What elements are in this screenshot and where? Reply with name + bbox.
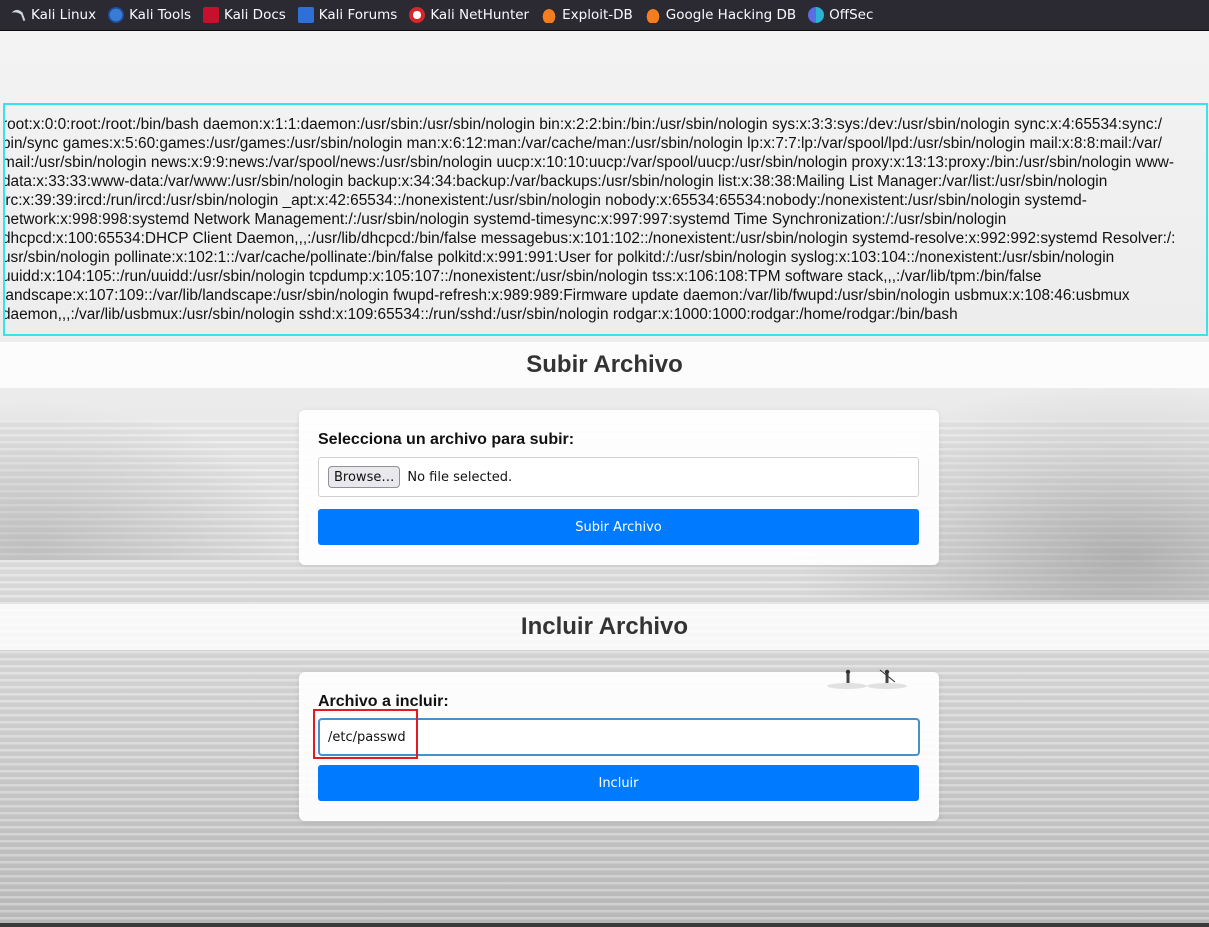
included-file-output: root:x:0:0:root:/root:/bin/bash daemon:x…: [3, 103, 1208, 336]
highlight-box: [313, 709, 418, 759]
file-input[interactable]: Browse… No file selected.: [318, 457, 919, 497]
bookmark-kali-forums[interactable]: Kali Forums: [297, 7, 398, 23]
kali-docs-icon: [203, 7, 219, 23]
exploit-db-icon: [541, 7, 558, 23]
passwd-contents: root:x:0:0:root:/root:/bin/bash daemon:x…: [3, 115, 1206, 324]
kali-forums-icon: [297, 7, 314, 23]
upload-label: Selecciona un archivo para subir:: [318, 431, 575, 448]
bottom-edge: [0, 923, 1209, 927]
bookmark-label: Kali Tools: [129, 7, 191, 23]
bookmark-kali-docs[interactable]: Kali Docs: [203, 7, 286, 23]
kali-tools-icon: [108, 7, 125, 23]
bookmark-label: Kali Forums: [318, 7, 398, 23]
kali-nethunter-icon: [409, 7, 426, 23]
bookmark-label: Kali NetHunter: [430, 7, 530, 23]
bookmark-label: Kali Linux: [31, 7, 97, 23]
output-line: landscape:x:107:109::/var/lib/landscape:…: [3, 287, 1130, 304]
bookmark-kali-nethunter[interactable]: Kali NetHunter: [409, 7, 529, 23]
ghdb-icon: [644, 7, 661, 23]
include-section-title: Incluir Archivo: [0, 604, 1209, 650]
bookmark-google-hacking-db[interactable]: Google Hacking DB: [644, 7, 797, 23]
bookmark-offsec[interactable]: OffSec: [808, 7, 873, 23]
bookmarks-toolbar: Kali Linux Kali Tools Kali Docs Kali For…: [0, 0, 1209, 31]
output-line: network:x:998:998:systemd Network Manage…: [3, 211, 1007, 228]
output-line: dhcpcd:x:100:65534:DHCP Client Daemon,,,…: [3, 230, 1176, 247]
kali-dragon-icon: [10, 7, 26, 23]
output-line: data:x:33:33:www-data:/var/www:/usr/sbin…: [3, 173, 1108, 190]
output-line: root:x:0:0:root:/root:/bin/bash daemon:x…: [3, 116, 1163, 133]
upload-section-title: Subir Archivo: [0, 342, 1209, 388]
bookmark-label: Google Hacking DB: [665, 7, 797, 23]
output-line: daemon,,,:/var/lib/usbmux:/usr/sbin/nolo…: [3, 306, 958, 323]
output-line: mail:/usr/sbin/nologin news:x:9:9:news:/…: [3, 154, 1175, 171]
boats-image: [827, 669, 907, 689]
output-line: irc:x:39:39:ircd:/run/ircd:/usr/sbin/nol…: [3, 192, 1087, 209]
upload-submit-button[interactable]: Subir Archivo: [318, 509, 919, 545]
bookmark-label: OffSec: [829, 7, 874, 23]
bookmark-kali-linux[interactable]: Kali Linux: [10, 7, 96, 23]
bookmark-label: Kali Docs: [224, 7, 286, 23]
bookmark-kali-tools[interactable]: Kali Tools: [108, 7, 191, 23]
include-submit-button[interactable]: Incluir: [318, 765, 919, 801]
bookmark-label: Exploit-DB: [562, 7, 633, 23]
output-line: usr/sbin/nologin pollinate:x:102:1::/var…: [3, 249, 1115, 266]
output-line: bin/sync games:x:5:60:games:/usr/games:/…: [3, 135, 1163, 152]
bookmark-exploit-db[interactable]: Exploit-DB: [541, 7, 633, 23]
output-line: uuidd:x:104:105::/run/uuidd:/usr/sbin/no…: [3, 268, 1042, 285]
offsec-icon: [808, 7, 825, 23]
upload-card: Selecciona un archivo para subir: Browse…: [299, 410, 939, 565]
background-hill-left: [0, 400, 300, 560]
file-status: No file selected.: [407, 469, 513, 485]
browse-button[interactable]: Browse…: [328, 466, 401, 488]
